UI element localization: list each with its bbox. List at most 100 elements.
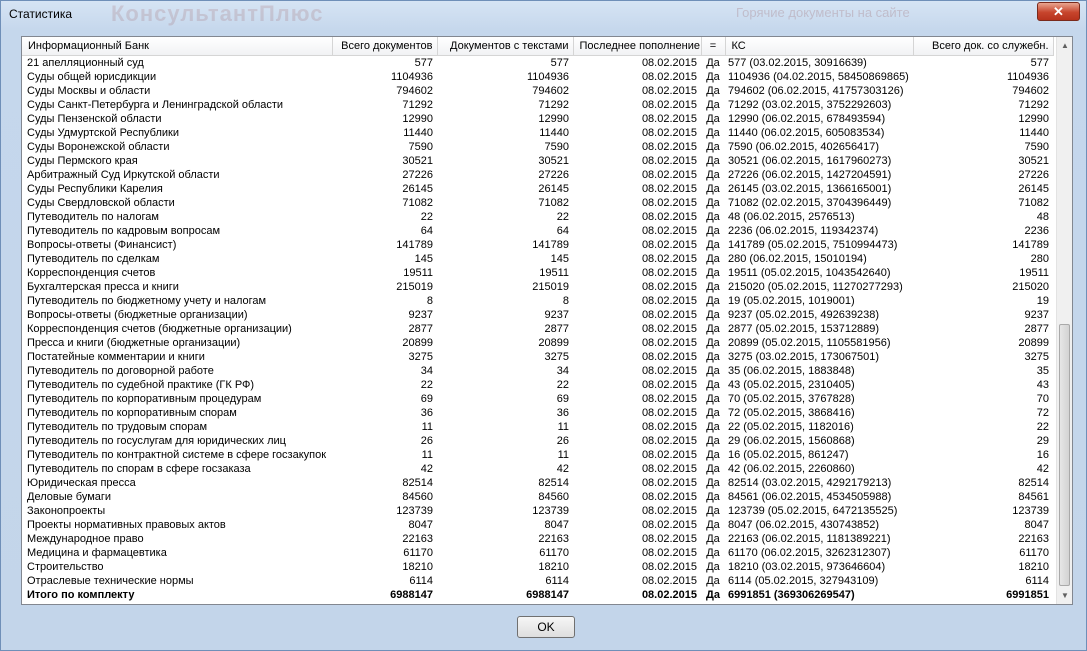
bank-name-cell: Суды Удмуртской Республики [27,127,179,139]
table-row[interactable]: Путеводитель по спорам в сфере госзаказа… [22,462,1053,476]
ks-cell: 26145 (03.02.2015, 1366165001) [728,183,892,195]
equal-cell: Да [706,141,720,153]
total-with-service-cell: 7590 [1024,141,1049,153]
table-row[interactable]: Путеводитель по корпоративным процедурам… [22,392,1053,406]
ks-cell: 2877 (05.02.2015, 153712889) [728,323,880,335]
equal-cell: Да [706,379,720,391]
table-row[interactable]: Путеводитель по судебной практике (ГК РФ… [22,378,1053,392]
vertical-scrollbar[interactable]: ▲ ▼ [1056,37,1072,604]
last-update-cell: 08.02.2015 [641,365,697,377]
ks-cell: 6991851 (369306269547) [728,589,855,601]
bank-name-cell: Путеводитель по корпоративным спорам [27,407,237,419]
total-with-service-cell: 577 [1030,57,1049,69]
table-row[interactable]: Суды Свердловской области 71082 71082 08.02… [22,196,1053,210]
equal-cell: Да [706,477,720,489]
column-header-total-docs[interactable]: Всего документов [332,37,438,56]
last-update-cell: 08.02.2015 [641,351,697,363]
last-update-cell: 08.02.2015 [641,561,697,573]
equal-cell: Да [706,85,720,97]
total-with-service-cell: 71082 [1018,197,1049,209]
table-row[interactable]: 21 апелляционный суд 577 577 08.02.2015 Да 57… [22,56,1053,71]
table-row[interactable]: Проекты нормативных правовых актов 8047 80… [22,518,1053,532]
table-row[interactable]: Путеводитель по госуслугам для юридическ… [22,434,1053,448]
last-update-cell: 08.02.2015 [641,253,697,265]
column-header-equal[interactable]: = [701,37,726,56]
ok-button[interactable]: OK [517,616,575,638]
ks-cell: 16 (05.02.2015, 861247) [728,449,849,461]
ks-cell: 30521 (06.02.2015, 1617960273) [728,155,892,167]
table-row[interactable]: Суды Удмуртской Республики 11440 11440 08.0… [22,126,1053,140]
total-with-service-cell: 84561 [1018,491,1049,503]
equal-cell: Да [706,211,720,223]
table-row[interactable]: Суды Москвы и области 794602 794602 08.02.2… [22,84,1053,98]
scrollbar-thumb[interactable] [1059,324,1070,586]
table-row[interactable]: Путеводитель по сделкам 145 145 08.02.2015 Д… [22,252,1053,266]
docs-with-texts-cell: 11 [557,421,569,433]
table-row[interactable]: Международное право 22163 22163 08.02.2015 Д… [22,532,1053,546]
close-button[interactable]: ✕ [1037,2,1080,21]
table-row[interactable]: Отраслевые технические нормы 6114 6114 08.0… [22,574,1053,588]
table-row[interactable]: Суды Пензенской области 12990 12990 08.02.2… [22,112,1053,126]
table-row[interactable]: Вопросы-ответы (Финансист) 141789 141789 08… [22,238,1053,252]
column-header-ks[interactable]: КС [725,37,914,56]
ks-cell: 215020 (05.02.2015, 11270277293) [728,281,903,293]
table-row[interactable]: Законопроекты 123739 123739 08.02.2015 Да 123… [22,504,1053,518]
table-row[interactable]: Корреспонденция счетов (бюджетные органи… [22,322,1053,336]
table-row[interactable]: Путеводитель по корпоративным спорам 36 36… [22,406,1053,420]
total-with-service-cell: 27226 [1018,169,1049,181]
table-row[interactable]: Строительство 18210 18210 08.02.2015 Да 18210… [22,560,1053,574]
last-update-cell: 08.02.2015 [641,575,697,587]
equal-cell: Да [706,407,720,419]
table-row[interactable]: Бухгалтерская пресса и книги 215019 215019… [22,280,1053,294]
column-header-total-with-service[interactable]: Всего док. со служебн. [913,37,1054,56]
ks-cell: 12990 (06.02.2015, 678493594) [728,113,886,125]
table-row[interactable]: Деловые бумаги 84560 84560 08.02.2015 Да 8456… [22,490,1053,504]
table-row[interactable]: Вопросы-ответы (бюджетные организации) 92… [22,308,1053,322]
column-header-last-update[interactable]: Последнее пополнение [573,37,702,56]
total-with-service-cell: 280 [1030,253,1049,265]
column-header-bank[interactable]: Информационный Банк [22,37,333,56]
equal-cell: Да [706,155,720,167]
docs-with-texts-cell: 36 [556,407,569,419]
ks-cell: 123739 (05.02.2015, 6472135525) [728,505,898,517]
table-row[interactable]: Путеводитель по трудовым спорам 11 11 08.02… [22,420,1053,434]
ks-cell: 8047 (06.02.2015, 430743852) [728,519,880,531]
title-bar[interactable]: Статистика КонсультантПлюс Горячие докум… [1,1,1086,29]
table-row[interactable]: Путеводитель по налогам 22 22 08.02.2015 Да 4… [22,210,1053,224]
table-row[interactable]: Суды Республики Карелия 26145 26145 08.02.2… [22,182,1053,196]
table-row[interactable]: Путеводитель по бюджетному учету и налог… [22,294,1053,308]
last-update-cell: 08.02.2015 [641,491,697,503]
table-row[interactable]: Суды Пермского края 30521 30521 08.02.2015 Д… [22,154,1053,168]
docs-with-texts-cell: 8 [562,295,569,307]
scroll-up-arrow-icon[interactable]: ▲ [1057,37,1073,54]
table-row[interactable]: Суды общей юрисдикции 1104936 1104936 08.02… [22,70,1053,84]
table-row[interactable]: Путеводитель по договорной работе 34 34 08.… [22,364,1053,378]
equal-cell: Да [706,183,720,195]
table-row[interactable]: Корреспонденция счетов 19511 19511 08.02.20… [22,266,1053,280]
table-row[interactable]: Суды Санкт-Петербурга и Ленинградской об… [22,98,1053,112]
bank-name-cell: Корреспонденция счетов (бюджетные органи… [27,323,292,335]
scroll-down-arrow-icon[interactable]: ▼ [1057,587,1073,604]
column-header-docs-with-texts[interactable]: Документов с текстами [437,37,574,56]
equal-cell: Да [706,127,720,139]
total-docs-cell: 9237 [408,309,433,321]
total-docs-cell: 11 [421,421,433,433]
table-row[interactable]: Постатейные комментарии и книги 3275 3275 0… [22,350,1053,364]
equal-cell: Да [706,547,720,559]
equal-cell: Да [706,365,720,377]
table-row[interactable]: Медицина и фармацевтика 61170 61170 08.02.2… [22,546,1053,560]
table-row[interactable]: Юридическая пресса 82514 82514 08.02.2015 Да… [22,476,1053,490]
total-docs-cell: 26 [420,435,433,447]
total-docs-cell: 2877 [408,323,433,335]
table-row[interactable]: Путеводитель по контрактной системе в сф… [22,448,1053,462]
total-docs-cell: 84560 [402,491,433,503]
table-row[interactable]: Суды Воронежской области 7590 7590 08.02.20… [22,140,1053,154]
table-row[interactable]: Путеводитель по кадровым вопросам 64 64 08.… [22,224,1053,238]
last-update-cell: 08.02.2015 [641,519,697,531]
total-with-service-cell: 3275 [1024,351,1049,363]
table-row[interactable]: Арбитражный Суд Иркутской области 27226 27… [22,168,1053,182]
table-total-row[interactable]: Итого по комплекту 6988147 6988147 08.02.20… [22,588,1053,602]
last-update-cell: 08.02.2015 [641,533,697,545]
table-row[interactable]: Пресса и книги (бюджетные организации) 20… [22,336,1053,350]
docs-with-texts-cell: 145 [550,253,569,265]
